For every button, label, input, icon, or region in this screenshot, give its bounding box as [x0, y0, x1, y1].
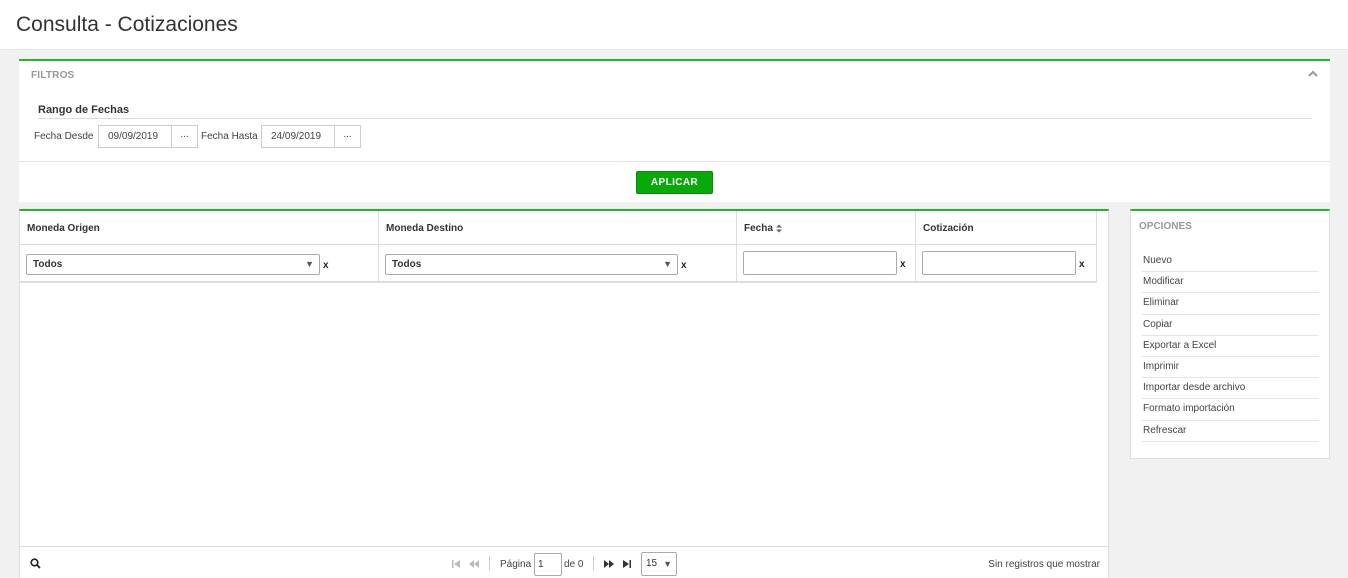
- pager-separator: [489, 556, 490, 570]
- dropdown-arrow-icon: ▼: [663, 559, 672, 569]
- cotizacion-filter-input[interactable]: [922, 251, 1076, 275]
- next-page-icon[interactable]: [604, 560, 614, 568]
- to-date-picker-button[interactable]: ...: [334, 125, 361, 148]
- page-label: Página: [500, 559, 532, 570]
- last-page-icon[interactable]: [623, 560, 631, 568]
- records-status: Sin registros que mostrar: [988, 559, 1100, 570]
- apply-button[interactable]: APLICAR: [636, 171, 713, 194]
- page-size-value: 15: [646, 558, 658, 569]
- clear-fecha-filter[interactable]: x: [900, 259, 906, 270]
- divider: [38, 118, 1312, 119]
- from-date-picker-button[interactable]: ...: [171, 125, 198, 148]
- dropdown-arrow-icon: ▼: [663, 259, 672, 269]
- filters-panel: FILTROS Rango de Fechas Fecha Desde 09/0…: [19, 59, 1330, 202]
- options-list: Nuevo Modificar Eliminar Copiar Exportar…: [1142, 251, 1319, 442]
- page-number-input[interactable]: 1: [534, 553, 562, 576]
- clear-moneda-destino-filter[interactable]: x: [681, 260, 687, 271]
- grid-header: [20, 211, 1096, 245]
- page-title: Consulta - Cotizaciones: [16, 13, 238, 36]
- moneda-origen-filter-value: Todos: [33, 259, 63, 270]
- moneda-destino-filter-select[interactable]: Todos ▼: [385, 254, 678, 275]
- prev-page-icon[interactable]: [469, 560, 479, 568]
- filters-body: Rango de Fechas Fecha Desde 09/09/2019 .…: [19, 88, 1330, 162]
- filters-title: FILTROS: [31, 70, 75, 81]
- first-page-icon[interactable]: [452, 560, 460, 568]
- date-range-title: Rango de Fechas: [38, 104, 130, 116]
- option-importar-archivo[interactable]: Importar desde archivo: [1142, 378, 1319, 400]
- option-formato-importacion[interactable]: Formato importación: [1142, 399, 1319, 421]
- moneda-origen-filter-select[interactable]: Todos ▼: [26, 254, 320, 275]
- option-modificar[interactable]: Modificar: [1142, 272, 1319, 294]
- option-nuevo[interactable]: Nuevo: [1142, 251, 1319, 273]
- option-eliminar[interactable]: Eliminar: [1142, 293, 1319, 315]
- dropdown-arrow-icon: ▼: [305, 259, 314, 269]
- option-copiar[interactable]: Copiar: [1142, 315, 1319, 336]
- chevron-up-icon[interactable]: [1306, 67, 1320, 81]
- pager-separator: [593, 556, 594, 570]
- grid-filter-row: Todos ▼ x Todos ▼ x x x: [20, 245, 1096, 283]
- option-refrescar[interactable]: Refrescar: [1142, 421, 1319, 442]
- page-size-select[interactable]: 15 ▼: [641, 552, 677, 576]
- clear-cotizacion-filter[interactable]: x: [1079, 259, 1085, 270]
- page-header: Consulta - Cotizaciones: [0, 0, 1348, 50]
- options-title: OPCIONES: [1139, 221, 1192, 232]
- grid-footer: Página 1 de 0 15 ▼ Sin registros que mos…: [20, 546, 1108, 578]
- filters-header[interactable]: FILTROS: [19, 61, 1330, 88]
- option-imprimir[interactable]: Imprimir: [1142, 357, 1319, 379]
- to-date-input[interactable]: 24/09/2019: [261, 125, 335, 148]
- from-date-label: Fecha Desde: [34, 131, 94, 142]
- data-grid: Moneda Origen Moneda Destino Fecha Cotiz…: [19, 209, 1109, 578]
- from-date-input[interactable]: 09/09/2019: [98, 125, 172, 148]
- fecha-filter-input[interactable]: [743, 251, 897, 275]
- search-icon[interactable]: [30, 558, 41, 569]
- clear-moneda-origen-filter[interactable]: x: [323, 260, 329, 271]
- option-exportar-excel[interactable]: Exportar a Excel: [1142, 336, 1319, 357]
- page-count-label: de 0: [564, 559, 584, 570]
- options-panel: OPCIONES Nuevo Modificar Eliminar Copiar…: [1130, 209, 1330, 459]
- to-date-label: Fecha Hasta: [201, 131, 258, 142]
- moneda-destino-filter-value: Todos: [392, 259, 422, 270]
